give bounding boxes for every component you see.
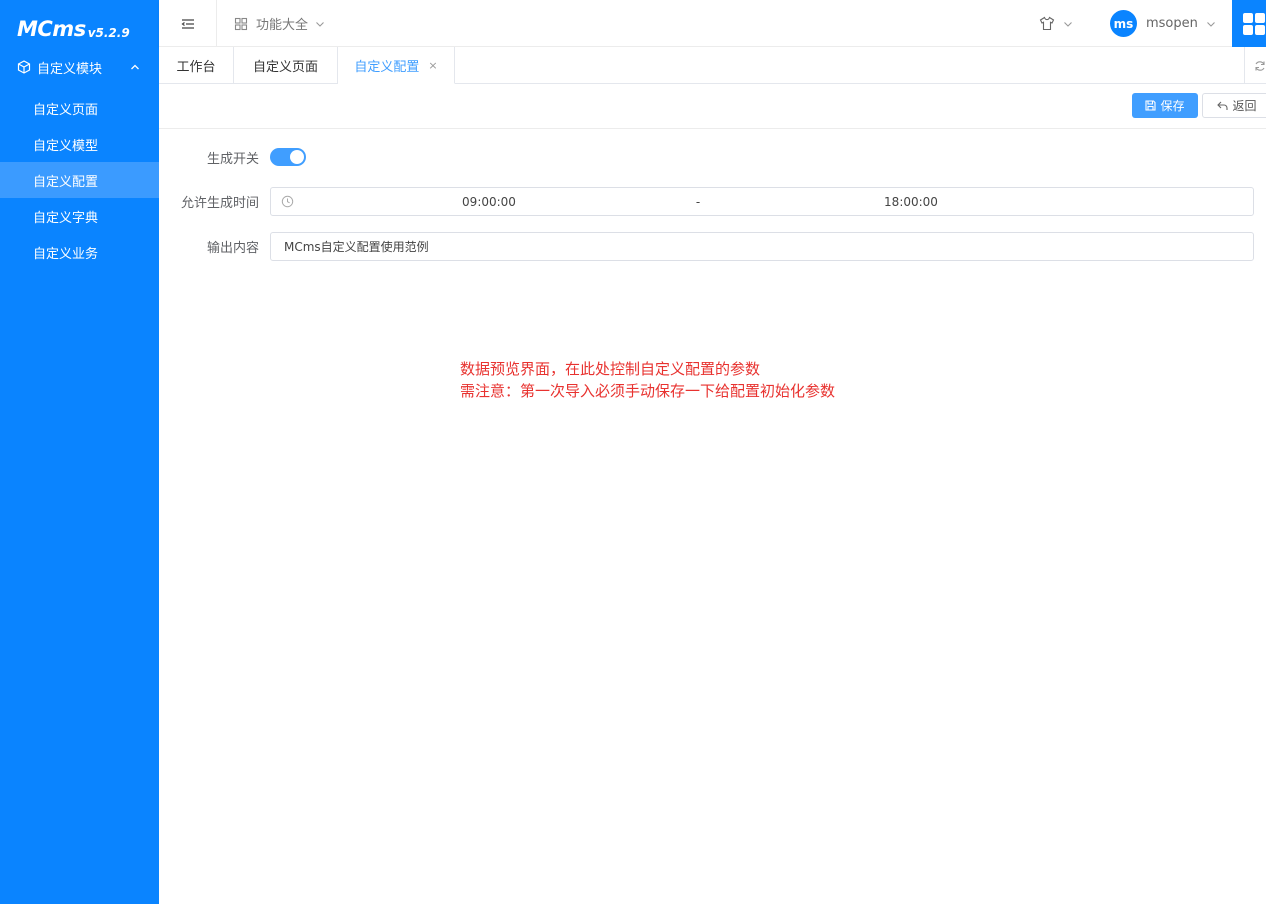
logo-version: v5.2.9 xyxy=(87,26,130,40)
tab-label: 自定义页面 xyxy=(252,60,318,75)
close-icon[interactable]: × xyxy=(428,59,437,72)
back-button[interactable]: 返回 xyxy=(1202,93,1266,118)
sidebar-item-label: 自定义业务 xyxy=(33,246,99,262)
username: msopen xyxy=(1146,16,1198,31)
app-root: MCms v5.2.9 自定义模块 自定义页面 自定义模型 自定义配置 自定义字… xyxy=(0,0,1266,904)
switch-knob xyxy=(290,150,304,164)
chevron-up-icon xyxy=(129,61,141,73)
function-menu-label: 功能大全 xyxy=(256,18,309,33)
function-menu[interactable]: 功能大全 xyxy=(234,0,325,47)
form-row-output: 输出内容 xyxy=(159,232,1266,261)
apps-grid-icon xyxy=(1242,12,1266,36)
app-launcher-button[interactable] xyxy=(1232,0,1266,47)
tab-custom-page[interactable]: 自定义页面 xyxy=(234,47,338,84)
sidebar-menu-custom-module-label: 自定义模块 xyxy=(37,61,103,77)
output-content-input[interactable] xyxy=(270,232,1254,261)
sidebar-item-custom-model[interactable]: 自定义模型 xyxy=(0,126,159,162)
time-separator: - xyxy=(695,194,701,209)
top-header: 功能大全 ms msopen xyxy=(159,0,1266,47)
time-range-label: 允许生成时间 xyxy=(180,196,259,211)
chevron-down-icon xyxy=(315,19,325,29)
time-range-picker[interactable]: 09:00:00 - 18:00:00 xyxy=(270,187,1254,216)
output-label: 输出内容 xyxy=(206,241,259,256)
refresh-tab-button[interactable] xyxy=(1244,47,1266,84)
logo: MCms v5.2.9 xyxy=(0,0,159,58)
sidebar-item-custom-business[interactable]: 自定义业务 xyxy=(0,234,159,270)
cube-icon xyxy=(17,60,31,74)
save-button-label: 保存 xyxy=(1160,99,1185,113)
sidebar-item-custom-page[interactable]: 自定义页面 xyxy=(0,90,159,126)
menu-fold-icon xyxy=(181,17,195,31)
clock-icon xyxy=(281,195,294,208)
tab-workbench[interactable]: 工作台 xyxy=(159,47,234,84)
tab-label: 工作台 xyxy=(176,60,216,75)
save-button[interactable]: 保存 xyxy=(1132,93,1198,118)
sidebar-toggle-button[interactable] xyxy=(159,0,217,47)
switch-label: 生成开关 xyxy=(206,151,259,167)
sidebar-menu-custom-module[interactable]: 自定义模块 xyxy=(0,56,159,78)
notice-line-2: 需注意：第一次导入必须手动保存一下给配置初始化参数 xyxy=(460,382,836,400)
user-menu[interactable]: ms msopen xyxy=(1110,0,1216,47)
tab-label: 自定义配置 xyxy=(354,59,420,75)
back-arrow-icon xyxy=(1217,100,1229,111)
theme-switcher[interactable] xyxy=(1039,0,1073,47)
form-row-time-range: 允许生成时间 09:00:00 - 18:00:00 xyxy=(159,187,1266,216)
refresh-icon xyxy=(1254,60,1266,72)
tab-custom-config[interactable]: 自定义配置 × xyxy=(338,47,455,84)
avatar: ms xyxy=(1110,10,1137,37)
chevron-down-icon xyxy=(1063,19,1073,29)
sidebar-item-custom-config[interactable]: 自定义配置 xyxy=(0,162,159,198)
sidebar-item-label: 自定义模型 xyxy=(33,138,99,154)
sidebar-submenu: 自定义页面 自定义模型 自定义配置 自定义字典 自定义业务 xyxy=(0,90,159,270)
grid-icon xyxy=(234,17,248,31)
logo-name: MCms xyxy=(17,17,86,41)
form-toolbar: 保存 返回 xyxy=(159,84,1266,129)
sidebar-item-label: 自定义配置 xyxy=(33,174,99,190)
generate-switch[interactable] xyxy=(270,148,306,166)
sidebar-item-label: 自定义页面 xyxy=(33,102,99,118)
chevron-down-icon xyxy=(1206,19,1216,29)
tshirt-icon xyxy=(1039,16,1055,31)
sidebar-item-label: 自定义字典 xyxy=(33,210,99,226)
time-start[interactable]: 09:00:00 xyxy=(459,195,519,209)
back-button-label: 返回 xyxy=(1232,99,1257,113)
notice-line-1: 数据预览界面，在此处控制自定义配置的参数 xyxy=(460,360,761,378)
sidebar-item-custom-dict[interactable]: 自定义字典 xyxy=(0,198,159,234)
sidebar: MCms v5.2.9 自定义模块 自定义页面 自定义模型 自定义配置 自定义字… xyxy=(0,0,159,904)
tab-bar: 工作台 自定义页面 自定义配置 × xyxy=(159,47,1266,84)
form-row-switch: 生成开关 xyxy=(159,146,1266,168)
time-end[interactable]: 18:00:00 xyxy=(881,195,941,209)
save-icon xyxy=(1145,100,1157,111)
notice-text: 数据预览界面，在此处控制自定义配置的参数 需注意：第一次导入必须手动保存一下给配… xyxy=(460,358,835,402)
